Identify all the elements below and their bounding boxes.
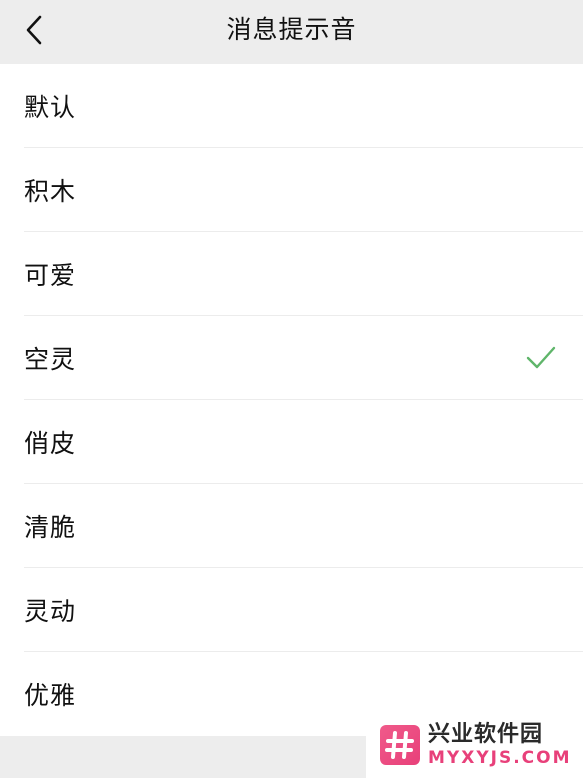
hash-logo-icon [380,725,420,765]
page-title: 消息提示音 [226,15,357,44]
sound-option-default[interactable]: 默认 [0,64,583,148]
back-button[interactable] [14,10,54,50]
sound-option-label: 积木 [24,177,77,206]
sound-option-label: 可爱 [24,261,77,290]
sound-option-playful[interactable]: 俏皮 [0,400,583,484]
sound-option-label: 清脆 [24,513,77,542]
sound-option-lively[interactable]: 灵动 [0,568,583,652]
sound-option-label: 灵动 [24,597,77,626]
sound-option-cute[interactable]: 可爱 [0,232,583,316]
watermark-text: 兴业软件园 MYXYJS.COM [428,721,572,768]
watermark-name: 兴业软件园 [428,721,544,747]
watermark-domain: MYXYJS.COM [428,747,572,768]
screen: 消息提示音 默认 积木 可爱 空灵 俏皮 清脆 灵动 优雅 兴业软件园 MYXY… [0,0,583,778]
sound-option-ethereal[interactable]: 空灵 [0,316,583,400]
sound-list: 默认 积木 可爱 空灵 俏皮 清脆 灵动 优雅 [0,64,583,736]
sound-option-blocks[interactable]: 积木 [0,148,583,232]
checkmark-icon [526,346,556,369]
sound-option-label: 空灵 [24,345,77,374]
chevron-left-icon [26,15,42,45]
watermark: 兴业软件园 MYXYJS.COM [366,712,583,778]
sound-option-label: 俏皮 [24,429,77,458]
sound-option-label: 优雅 [24,681,77,710]
sound-option-label: 默认 [24,93,77,122]
sound-option-crisp[interactable]: 清脆 [0,484,583,568]
navigation-bar: 消息提示音 [0,0,583,64]
